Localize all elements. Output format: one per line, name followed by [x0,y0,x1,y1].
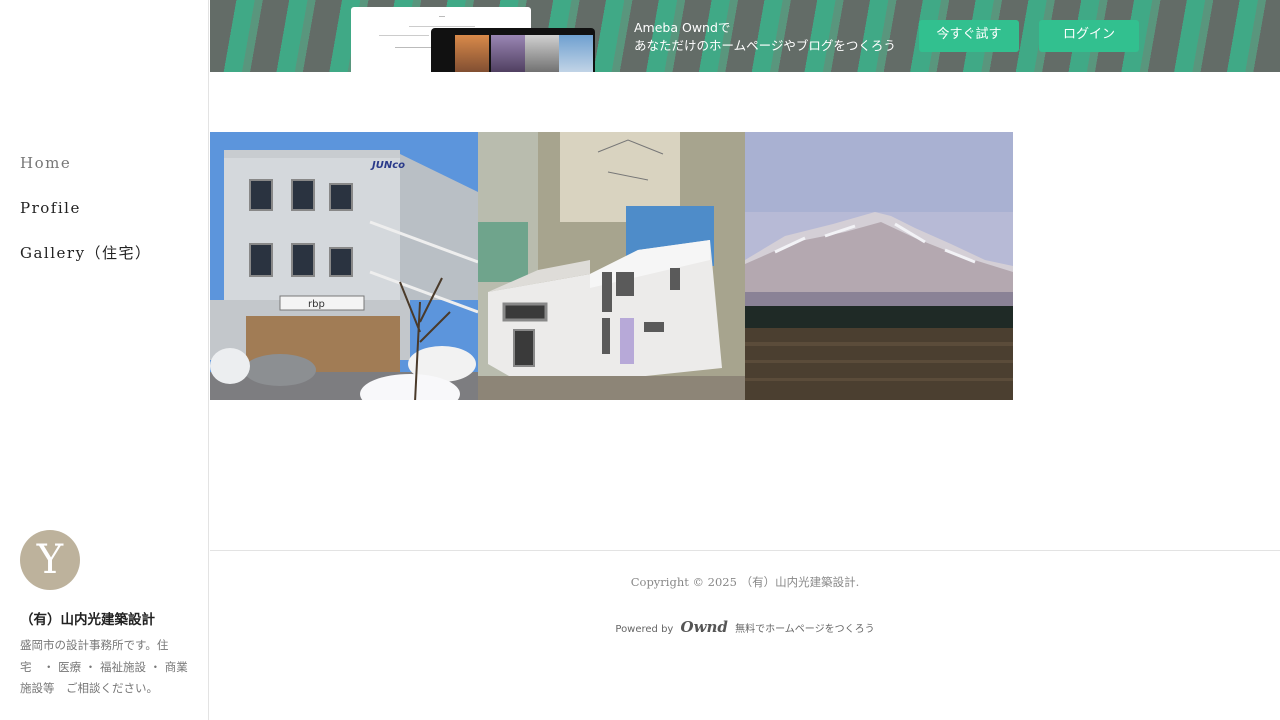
office-building-photo[interactable]: JUNco rbp [210,132,478,400]
promo-banner: Ameba Owndで あなただけのホームページやブログをつくろう 今すぐ試す … [210,0,1280,72]
try-now-button[interactable]: 今すぐ試す [919,20,1019,52]
photo-gallery: JUNco rbp [210,132,1013,400]
avatar[interactable]: Y [20,530,80,590]
store-sign-text: rbp [308,299,325,310]
mountain-landscape-image [745,132,1013,400]
office-building-image: JUNco rbp [210,132,478,400]
powered-by-label: Powered by [615,624,674,635]
site-description: 盛岡市の設計事務所です。住宅 ・ 医療 ・ 福祉施設 ・ 商業施設等 ご相談くだ… [20,638,188,695]
nav-item-profile[interactable]: Profile [20,195,152,240]
powered-by[interactable]: Powered by Ownd 無料でホームページをつくろう [210,618,1280,636]
login-button[interactable]: ログイン [1039,20,1139,52]
banner-line-2: あなただけのホームページやブログをつくろう [634,38,896,53]
banner-line-1: Ameba Owndで [634,20,731,35]
sidebar: Home Profile Gallery（住宅） Y （有）山内光建築設計 盛岡… [0,0,209,720]
banner-mockup-laptop [431,28,595,72]
copyright-text: Copyright © 2025 （有）山内光建築設計. [630,575,860,589]
house-model-image [478,132,746,400]
banner-text: Ameba Owndで あなただけのホームページやブログをつくろう [634,19,896,55]
footer-divider [210,550,1280,551]
building-sign-text: JUNco [370,160,405,171]
nav-item-home[interactable]: Home [20,150,152,195]
main-nav: Home Profile Gallery（住宅） [20,150,152,285]
site-name[interactable]: （有）山内光建築設計 [20,608,155,628]
powered-by-tagline[interactable]: 無料でホームページをつくろう [735,624,875,635]
house-model-photo[interactable] [478,132,746,400]
ownd-logo[interactable]: Ownd [681,618,728,636]
nav-item-gallery[interactable]: Gallery（住宅） [20,240,152,285]
mountain-landscape-photo[interactable] [745,132,1013,400]
